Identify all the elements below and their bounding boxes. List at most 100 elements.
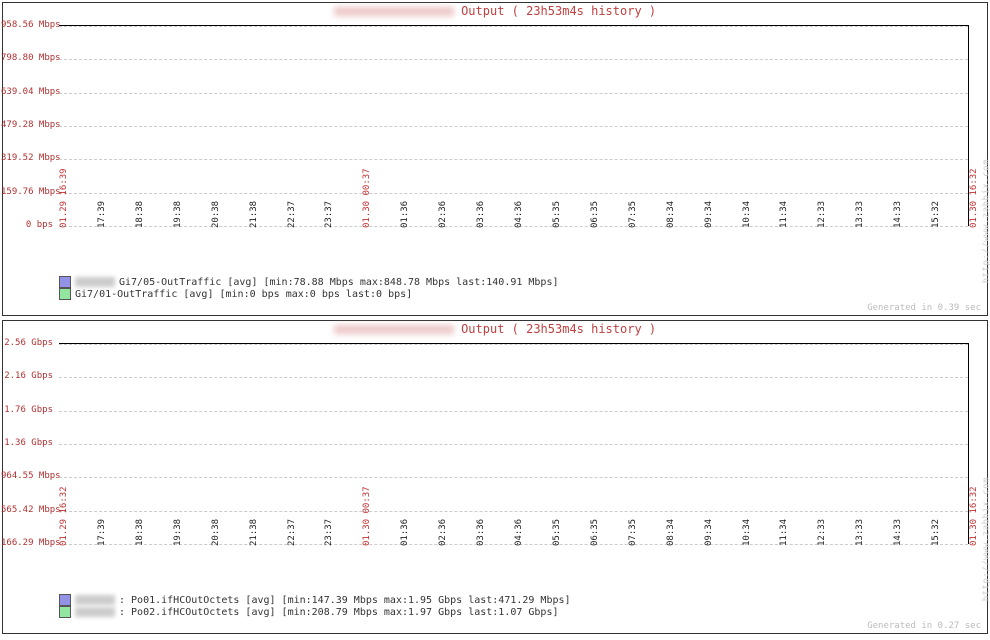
chart-title-text: Output ( 23h53m4s history ) [454, 322, 656, 336]
x-tick-label: 17:39 [97, 519, 107, 546]
legend-row: : Po02.ifHCOutOctets [avg] [min:208.79 M… [59, 606, 979, 618]
y-tick-label: 166.29 Mbps [1, 538, 53, 548]
x-tick-label: 06:35 [590, 519, 600, 546]
x-tick-label: 11:34 [779, 201, 789, 228]
x-tick-label: 03:36 [476, 201, 486, 228]
chart-area: 2.56 Gbps2.16 Gbps1.76 Gbps1.36 Gbps964.… [3, 337, 987, 592]
legend-text: : Po02.ifHCOutOctets [avg] [min:208.79 M… [119, 607, 559, 618]
x-tick-label: 01:36 [400, 519, 410, 546]
x-axis: 01.29 16:3917:3918:3819:3820:3821:3822:3… [59, 228, 969, 256]
blurred-text [75, 607, 115, 617]
x-tick-label: 01.30 16:32 [969, 168, 979, 228]
x-tick-label: 07:35 [628, 201, 638, 228]
y-tick-label: 479.28 Mbps [1, 120, 53, 130]
plot-area [59, 25, 969, 226]
x-tick-label: 02:36 [438, 519, 448, 546]
y-tick-label: 798.80 Mbps [1, 53, 53, 63]
legend-swatch-icon [59, 276, 71, 288]
x-tick-label: 21:38 [249, 201, 259, 228]
y-tick-label: 0 bps [1, 220, 53, 230]
blurred-text [334, 325, 454, 335]
x-tick-label: 18:38 [135, 201, 145, 228]
chart-title: Output ( 23h53m4s history ) [3, 321, 987, 337]
blurred-text [75, 595, 115, 605]
x-tick-label: 08:34 [666, 519, 676, 546]
x-tick-label: 01.30 16:32 [969, 486, 979, 546]
legend-text: Gi7/01-OutTraffic [avg] [min:0 bps max:0… [75, 289, 412, 300]
y-axis: 2.56 Gbps2.16 Gbps1.76 Gbps1.36 Gbps964.… [3, 343, 55, 543]
x-tick-label: 14:33 [893, 201, 903, 228]
blurred-text [334, 7, 454, 17]
x-tick-label: 13:33 [855, 519, 865, 546]
y-tick-label: 958.56 Mbps [1, 20, 53, 30]
y-tick-label: 565.42 Mbps [1, 505, 53, 515]
legend-text: : Po01.ifHCOutOctets [avg] [min:147.39 M… [119, 595, 571, 606]
generation-time: Generated in 0.27 sec [3, 620, 987, 633]
x-tick-label: 03:36 [476, 519, 486, 546]
legend: : Po01.ifHCOutOctets [avg] [min:147.39 M… [59, 594, 979, 618]
chart-panel-0: Output ( 23h53m4s history ) 958.56 Mbps 79… [2, 2, 988, 316]
x-tick-label: 20:38 [211, 519, 221, 546]
legend-row: Gi7/05-OutTraffic [avg] [min:78.88 Mbps … [59, 276, 979, 288]
generation-time: Generated in 0.39 sec [3, 302, 987, 315]
legend-text: Gi7/05-OutTraffic [avg] [min:78.88 Mbps … [119, 277, 559, 288]
legend-swatch-icon [59, 606, 71, 618]
x-tick-label: 10:34 [742, 201, 752, 228]
legend-swatch-icon [59, 288, 71, 300]
y-tick-label: 2.16 Gbps [1, 371, 53, 381]
x-tick-label: 18:38 [135, 519, 145, 546]
chart-area: 958.56 Mbps 798.80 Mbps 639.04 Mbps 479.28 … [3, 19, 987, 274]
x-tick-label: 01.29 16:32 [59, 486, 69, 546]
watermark-text: http://www.zabbix.com [981, 477, 990, 601]
chart-title: Output ( 23h53m4s history ) [3, 3, 987, 19]
x-tick-label: 14:33 [893, 519, 903, 546]
legend-swatch-icon [59, 594, 71, 606]
x-tick-label: 07:35 [628, 519, 638, 546]
plot-area [59, 343, 969, 544]
x-tick-label: 20:38 [211, 201, 221, 228]
x-axis: 01.29 16:3217:3918:3819:3820:3821:3822:3… [59, 546, 969, 574]
y-tick-label: 639.04 Mbps [1, 87, 53, 97]
chart-panel-1: Output ( 23h53m4s history ) 2.56 Gbps 2.16… [2, 320, 988, 634]
y-tick-label: 159.76 Mbps [1, 187, 53, 197]
x-tick-label: 05:35 [552, 201, 562, 228]
x-tick-label: 23:37 [324, 201, 334, 228]
x-tick-label: 23:37 [324, 519, 334, 546]
bars-layer [59, 344, 968, 544]
x-tick-label: 15:32 [931, 201, 941, 228]
x-tick-label: 09:34 [704, 519, 714, 546]
y-tick-label: 2.56 Gbps [1, 338, 53, 348]
x-tick-label: 05:35 [552, 519, 562, 546]
x-tick-label: 09:34 [704, 201, 714, 228]
x-tick-label: 01.29 16:39 [59, 168, 69, 228]
x-tick-label: 08:34 [666, 201, 676, 228]
x-tick-label: 12:33 [817, 201, 827, 228]
x-tick-label: 12:33 [817, 519, 827, 546]
x-tick-label: 01.30 00:37 [362, 486, 372, 546]
x-tick-label: 21:38 [249, 519, 259, 546]
x-tick-label: 06:35 [590, 201, 600, 228]
bars-layer [59, 26, 968, 226]
x-tick-label: 22:37 [287, 519, 297, 546]
x-tick-label: 17:39 [97, 201, 107, 228]
x-tick-label: 11:34 [779, 519, 789, 546]
x-tick-label: 01.30 00:37 [362, 168, 372, 228]
legend: Gi7/05-OutTraffic [avg] [min:78.88 Mbps … [59, 276, 979, 300]
x-tick-label: 04:36 [514, 201, 524, 228]
x-tick-label: 13:33 [855, 201, 865, 228]
x-tick-label: 02:36 [438, 201, 448, 228]
x-tick-label: 19:38 [173, 519, 183, 546]
y-tick-label: 319.52 Mbps [1, 153, 53, 163]
y-axis: 958.56 Mbps798.80 Mbps639.04 Mbps479.28 … [3, 25, 55, 225]
blurred-text [75, 277, 115, 287]
x-tick-label: 22:37 [287, 201, 297, 228]
x-tick-label: 15:32 [931, 519, 941, 546]
y-tick-label: 1.76 Gbps [1, 405, 53, 415]
chart-title-text: Output ( 23h53m4s history ) [454, 4, 656, 18]
y-tick-label: 1.36 Gbps [1, 438, 53, 448]
legend-row: Gi7/01-OutTraffic [avg] [min:0 bps max:0… [59, 288, 979, 300]
legend-row: : Po01.ifHCOutOctets [avg] [min:147.39 M… [59, 594, 979, 606]
x-tick-label: 04:36 [514, 519, 524, 546]
x-tick-label: 19:38 [173, 201, 183, 228]
watermark-text: http://www.zabbix.com [981, 159, 990, 283]
